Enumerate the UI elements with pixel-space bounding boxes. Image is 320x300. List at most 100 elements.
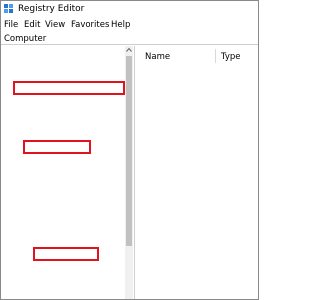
chevron-right-icon[interactable] (16, 60, 23, 68)
folder-icon (45, 155, 57, 164)
menu-favorites[interactable]: Favorites (71, 20, 109, 30)
tree-item-computer[interactable]: Computer (1, 46, 125, 58)
tree-item-active-setup[interactable]: Active Setup (1, 272, 125, 284)
tree-item-label: ADs (69, 285, 86, 295)
column-header-type[interactable]: Type (221, 52, 241, 62)
tree-vertical-scrollbar[interactable] (125, 46, 133, 299)
chevron-right-icon[interactable] (36, 227, 43, 235)
tree-item-label: HARDWARE (51, 106, 101, 117)
chevron-right-icon[interactable] (46, 250, 53, 258)
tree-item-label: DefaultUserEnvironn (60, 201, 133, 212)
folder-icon (45, 202, 57, 212)
tree-item-dotnet[interactable]: dotnet (1, 213, 125, 225)
chevron-down-icon[interactable] (6, 48, 13, 56)
tree-item-bcd[interactable]: BCD00000000 (1, 94, 125, 106)
chevron-down-icon[interactable] (16, 84, 23, 92)
tree-item-label: HKEY_CLASSES_ROOT (41, 58, 133, 69)
tree-item-hkcu[interactable]: HKEY_CURRENT_USER (1, 70, 133, 82)
folder-icon (55, 286, 67, 295)
folder-icon (35, 131, 47, 141)
tree-item-7zip[interactable]: 7-Zip (1, 153, 125, 165)
tree-item-ads[interactable]: ADs (1, 284, 125, 296)
tree-item-label: Computer (29, 47, 72, 57)
chevron-right-icon[interactable] (26, 96, 33, 104)
folder-icon (45, 214, 57, 224)
chevron-right-icon[interactable] (46, 274, 53, 282)
registry-editor-window: Registry Editor File Edit View Favorites… (0, 0, 259, 300)
folder-icon (35, 119, 47, 129)
tree-item-caphyon[interactable]: Caphyon (1, 165, 125, 177)
scroll-up-icon[interactable] (126, 47, 132, 53)
address-bar[interactable]: Computer (1, 33, 258, 45)
tree-item-label: 7-Zip (60, 154, 83, 165)
column-divider[interactable] (215, 49, 216, 63)
computer-icon (14, 46, 27, 57)
tree-item-hardware[interactable]: HARDWARE (1, 106, 125, 118)
folder-icon (45, 167, 57, 176)
address-path: Computer (4, 34, 47, 44)
values-list: Name Type (135, 46, 258, 299)
folder-icon (25, 71, 37, 81)
tree-item-label: SECURITY (51, 130, 93, 141)
chevron-right-icon[interactable] (46, 286, 53, 294)
chevron-right-icon[interactable] (16, 72, 23, 80)
chevron-right-icon[interactable] (36, 191, 43, 199)
tree-item-netframework[interactable]: .NETFramework (1, 248, 133, 260)
tree-item-label: SOFTWARE (51, 142, 99, 153)
tree-item-software[interactable]: SOFTWARE (1, 141, 125, 153)
folder-icon (45, 190, 57, 200)
menu-help[interactable]: Help (111, 20, 130, 30)
chevron-right-icon[interactable] (26, 108, 33, 116)
chevron-right-icon[interactable] (36, 203, 43, 211)
tree-item-security[interactable]: SECURITY (1, 129, 125, 141)
folder-icon (55, 250, 67, 260)
tree-item-label: .NETFramework (69, 249, 133, 260)
window-title: Registry Editor (18, 4, 85, 14)
tree-item-intel[interactable]: Intel (1, 236, 125, 248)
tree-item-accountscontrol[interactable]: AccountsControl (1, 260, 133, 272)
tree-item-google[interactable]: Google (1, 225, 125, 237)
tree-item-label: dotnet (60, 213, 88, 224)
chevron-right-icon[interactable] (36, 155, 43, 163)
tree-item-label: Clients (60, 189, 90, 200)
tree-item-label: HKEY_CURRENT_USER (41, 70, 133, 81)
folder-icon (35, 95, 47, 105)
column-header-name[interactable]: Name (145, 52, 170, 62)
tree-item-label: Classes (60, 177, 93, 188)
chevron-right-icon[interactable] (46, 262, 53, 270)
tree-item-label: SAM (51, 118, 70, 129)
menu-bar: File Edit View Favorites Help (1, 18, 258, 32)
tree-item-label: Active Setup (69, 273, 123, 284)
menu-edit[interactable]: Edit (24, 20, 40, 30)
tree-item-classes[interactable]: Classes (1, 177, 125, 189)
folder-icon (45, 238, 57, 248)
title-bar[interactable]: Registry Editor (1, 1, 258, 17)
chevron-right-icon[interactable] (36, 215, 43, 223)
menu-view[interactable]: View (45, 20, 65, 30)
folder-icon (45, 178, 57, 188)
chevron-right-icon[interactable] (36, 179, 43, 187)
tree-item-clients[interactable]: Clients (1, 189, 125, 201)
tree-item-defaultuserenvironment[interactable]: DefaultUserEnvironn (1, 201, 133, 213)
tree-item-label: Google (60, 225, 90, 236)
chevron-right-icon[interactable] (36, 167, 43, 175)
tree-item-label: Intel (60, 237, 79, 248)
chevron-right-icon[interactable] (26, 119, 33, 127)
folder-icon (45, 226, 57, 236)
tree-item-label: HKEY_LOCAL_MACHINE (41, 82, 133, 93)
tree-item-hklm[interactable]: HKEY_LOCAL_MACHINE (1, 82, 133, 94)
folder-icon (55, 274, 67, 283)
tree-item-label: BCD00000000 (51, 94, 113, 105)
tree-item-label: Caphyon (60, 166, 98, 176)
registry-editor-icon (4, 4, 13, 13)
menu-file[interactable]: File (4, 20, 18, 30)
chevron-down-icon[interactable] (26, 143, 33, 151)
tree-item-label: AccountsControl (69, 261, 133, 272)
tree-item-sam[interactable]: SAM (1, 117, 125, 129)
scrollbar-thumb[interactable] (126, 56, 132, 246)
registry-tree: Computer HKEY_CLASSES_ROOT HKEY_CURRENT_… (1, 46, 133, 299)
chevron-right-icon[interactable] (36, 238, 43, 246)
folder-icon (35, 107, 47, 117)
tree-item-hkcr[interactable]: HKEY_CLASSES_ROOT (1, 58, 133, 70)
folder-open-icon (25, 83, 37, 93)
